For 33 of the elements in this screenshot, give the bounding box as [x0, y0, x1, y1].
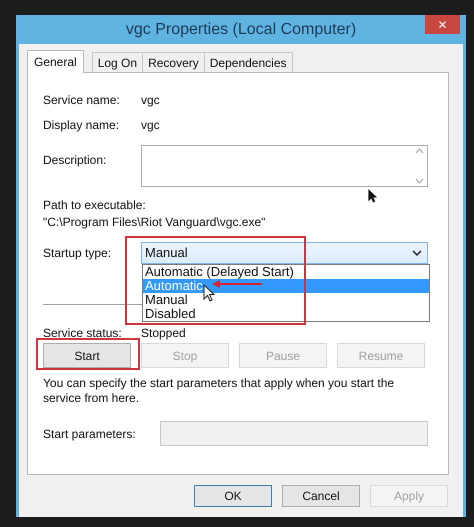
field-value: vgc	[141, 92, 160, 108]
path-value: "C:\Program Files\Riot Vanguard\vgc.exe"	[43, 214, 266, 230]
close-button[interactable]: ✕	[425, 15, 460, 34]
field-label: Start parameters:	[43, 426, 137, 442]
dropdown-option[interactable]: Manual	[143, 293, 429, 307]
status-value: Stopped	[141, 326, 186, 340]
start-parameters-field[interactable]	[160, 421, 428, 446]
dialog-button[interactable]: OK	[194, 485, 272, 507]
field-label: Startup type:	[43, 245, 112, 262]
description-field[interactable]	[141, 145, 428, 187]
tab[interactable]: Recovery	[142, 52, 205, 72]
arrow-icon	[212, 280, 262, 288]
cursor-icon	[368, 189, 377, 203]
field-value: vgc	[141, 117, 160, 133]
hint-text: You can specify the start parameters that apply when you start the service from here.	[43, 376, 396, 406]
dropdown-option[interactable]: Disabled	[143, 307, 429, 321]
tab[interactable]: Log On	[92, 52, 144, 72]
tab[interactable]: Dependencies	[204, 52, 292, 72]
startup-type-dropdown[interactable]: Manual	[141, 242, 428, 264]
dialog-button[interactable]: Cancel	[282, 485, 360, 507]
service-button[interactable]: Start	[43, 343, 131, 368]
field-label: Path to executable:	[43, 197, 147, 213]
dropdown-option[interactable]: Automatic (Delayed Start)	[143, 265, 429, 279]
cursor-icon	[203, 284, 215, 302]
scroll-down-icon[interactable]	[414, 178, 424, 184]
field-label: Service name:	[43, 92, 121, 108]
field-label: Service status:	[43, 325, 123, 342]
field-label: Display name:	[43, 117, 120, 133]
window-title: vgc Properties (Local Computer)	[126, 20, 356, 40]
scroll-up-icon[interactable]	[414, 148, 424, 154]
tab[interactable]: General	[27, 50, 84, 73]
field-label: Description:	[43, 152, 108, 169]
chevron-down-icon	[412, 250, 422, 256]
